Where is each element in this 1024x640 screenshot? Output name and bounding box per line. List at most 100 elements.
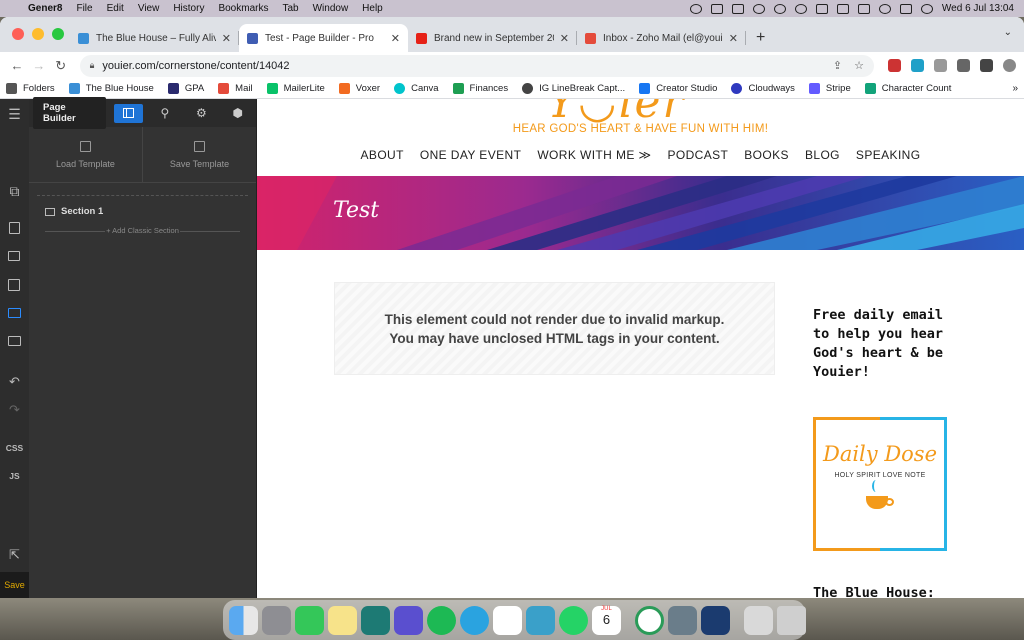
redo-icon[interactable]: ↷ — [0, 402, 29, 418]
launchpad-icon[interactable] — [262, 605, 291, 635]
tab-close-icon[interactable]: ✕ — [391, 32, 400, 45]
new-tab-button[interactable]: + — [756, 29, 765, 47]
tab-close-icon[interactable]: ✕ — [729, 32, 738, 45]
status-icon[interactable] — [752, 3, 765, 14]
tab-search-chevron-icon[interactable]: ⌄ — [1004, 27, 1012, 38]
siri-icon[interactable] — [920, 3, 933, 14]
daily-dose-card[interactable]: Daily Dose HOLY SPIRIT LOVE NOTE — [813, 417, 947, 551]
live-app-icon[interactable] — [701, 605, 730, 635]
messages-icon[interactable] — [295, 605, 324, 635]
reload-button[interactable]: ↻ — [52, 58, 70, 74]
notes-icon[interactable] — [328, 605, 357, 635]
bookmark-item[interactable]: Cloudways — [731, 83, 795, 94]
status-icon[interactable] — [773, 3, 786, 14]
bookmark-item[interactable]: Finances — [452, 83, 508, 94]
bookmark-item[interactable]: Canva — [394, 83, 439, 94]
nav-books[interactable]: BOOKS — [744, 148, 789, 162]
play-icon[interactable] — [794, 3, 807, 14]
tab-zoho-mail[interactable]: Inbox - Zoho Mail (el@youier.c ✕ — [577, 24, 746, 52]
device-laptop-icon[interactable] — [8, 308, 21, 318]
external-link-icon[interactable]: ⇱ — [0, 547, 29, 563]
menu-file[interactable]: File — [76, 3, 92, 14]
add-classic-section-button[interactable]: + Add Classic Section — [37, 226, 248, 235]
css-button[interactable]: CSS — [0, 443, 29, 453]
nav-about[interactable]: ABOUT — [361, 148, 404, 162]
app-icon[interactable] — [394, 605, 423, 635]
status-icon[interactable] — [689, 3, 702, 14]
slack-icon[interactable] — [493, 605, 522, 635]
zoom-window-button[interactable] — [52, 28, 64, 40]
back-button[interactable]: ← — [8, 58, 26, 73]
search-button[interactable]: ⚲ — [151, 104, 179, 123]
downloads-stack-icon[interactable] — [744, 605, 773, 635]
settings-button[interactable]: ⚙ — [187, 104, 215, 123]
save-button[interactable]: Save — [0, 572, 29, 598]
chrome-icon[interactable] — [635, 605, 664, 635]
bookmark-item[interactable]: Creator Studio — [639, 83, 717, 94]
tab-youtube[interactable]: Brand new in September 2022 ✕ — [408, 24, 577, 52]
menu-view[interactable]: View — [138, 3, 160, 14]
tab-page-builder[interactable]: Test - Page Builder - Pro ✕ — [239, 24, 408, 52]
nav-work-with-me[interactable]: WORK WITH ME ≫ — [537, 148, 651, 162]
search-icon[interactable] — [878, 3, 891, 14]
nav-speaking[interactable]: SPEAKING — [856, 148, 921, 162]
device-tablet-landscape-icon[interactable] — [8, 251, 20, 261]
bookmark-item[interactable]: Character Count — [864, 83, 951, 94]
section-item[interactable]: Section 1 — [37, 206, 248, 217]
app-icon[interactable] — [361, 605, 390, 635]
close-window-button[interactable] — [12, 28, 24, 40]
app-icon[interactable] — [668, 605, 697, 635]
layout-toggle-button[interactable] — [114, 103, 143, 123]
nav-podcast[interactable]: PODCAST — [667, 148, 728, 162]
app-name-menu[interactable]: Gener8 — [28, 3, 62, 14]
nav-blog[interactable]: BLOG — [805, 148, 840, 162]
tab-close-icon[interactable]: ✕ — [560, 32, 569, 45]
extension-icon[interactable] — [888, 59, 902, 72]
telegram-icon[interactable] — [460, 605, 489, 635]
bookmarks-overflow-icon[interactable]: » — [1012, 83, 1018, 94]
nav-one-day-event[interactable]: ONE DAY EVENT — [420, 148, 521, 162]
save-template-button[interactable]: Save Template — [142, 127, 256, 182]
profile-avatar[interactable] — [1003, 59, 1017, 72]
bookmark-item[interactable]: The Blue House — [68, 83, 154, 94]
spotify-icon[interactable] — [427, 605, 456, 635]
menu-edit[interactable]: Edit — [107, 3, 124, 14]
undo-icon[interactable]: ↶ — [0, 374, 29, 390]
device-desktop-icon[interactable] — [8, 336, 21, 346]
battery-icon[interactable] — [836, 3, 849, 14]
bluetooth-icon[interactable] — [815, 3, 828, 14]
whatsapp-icon[interactable] — [559, 605, 588, 635]
bookmark-item[interactable]: Stripe — [808, 83, 851, 94]
gener8-icon[interactable] — [526, 605, 555, 635]
puzzle-icon[interactable] — [957, 59, 971, 72]
js-button[interactable]: JS — [0, 471, 29, 481]
device-phone-icon[interactable] — [9, 222, 20, 234]
status-icon[interactable] — [710, 3, 723, 14]
bookmark-star-icon[interactable]: ☆ — [854, 59, 864, 72]
forward-button[interactable]: → — [30, 58, 48, 73]
load-template-button[interactable]: Load Template — [29, 127, 142, 182]
bookmark-item[interactable]: IG LineBreak Capt... — [522, 83, 625, 94]
trash-icon[interactable] — [777, 605, 806, 635]
hamburger-menu-icon[interactable]: ☰ — [0, 106, 29, 123]
options-button[interactable]: ⬢ — [224, 104, 252, 123]
bookmark-item[interactable]: Folders — [6, 83, 55, 94]
tab-close-icon[interactable]: ✕ — [222, 32, 231, 45]
sidebar-icon[interactable] — [980, 59, 994, 72]
bookmark-item[interactable]: MailerLite — [266, 83, 325, 94]
bookmark-item[interactable]: GPA — [167, 83, 204, 94]
minimize-window-button[interactable] — [32, 28, 44, 40]
menubar-clock[interactable]: Wed 6 Jul 13:04 — [942, 3, 1014, 14]
render-error-element[interactable]: This element could not render due to inv… — [334, 282, 775, 375]
device-tablet-icon[interactable] — [8, 279, 20, 291]
extension-icon[interactable] — [934, 59, 948, 72]
status-icon[interactable] — [731, 3, 744, 14]
tab-blue-house[interactable]: The Blue House – Fully Alive, F ✕ — [70, 24, 239, 52]
calendar-icon[interactable]: JUL 6 — [592, 605, 621, 635]
menu-tab[interactable]: Tab — [282, 3, 298, 14]
bookmark-item[interactable]: Voxer — [338, 83, 380, 94]
address-bar[interactable]: 🔒︎ youier.com/cornerstone/content/14042 … — [79, 54, 875, 77]
menu-help[interactable]: Help — [362, 3, 383, 14]
menu-bookmarks[interactable]: Bookmarks — [218, 3, 268, 14]
control-center-icon[interactable] — [899, 3, 912, 14]
